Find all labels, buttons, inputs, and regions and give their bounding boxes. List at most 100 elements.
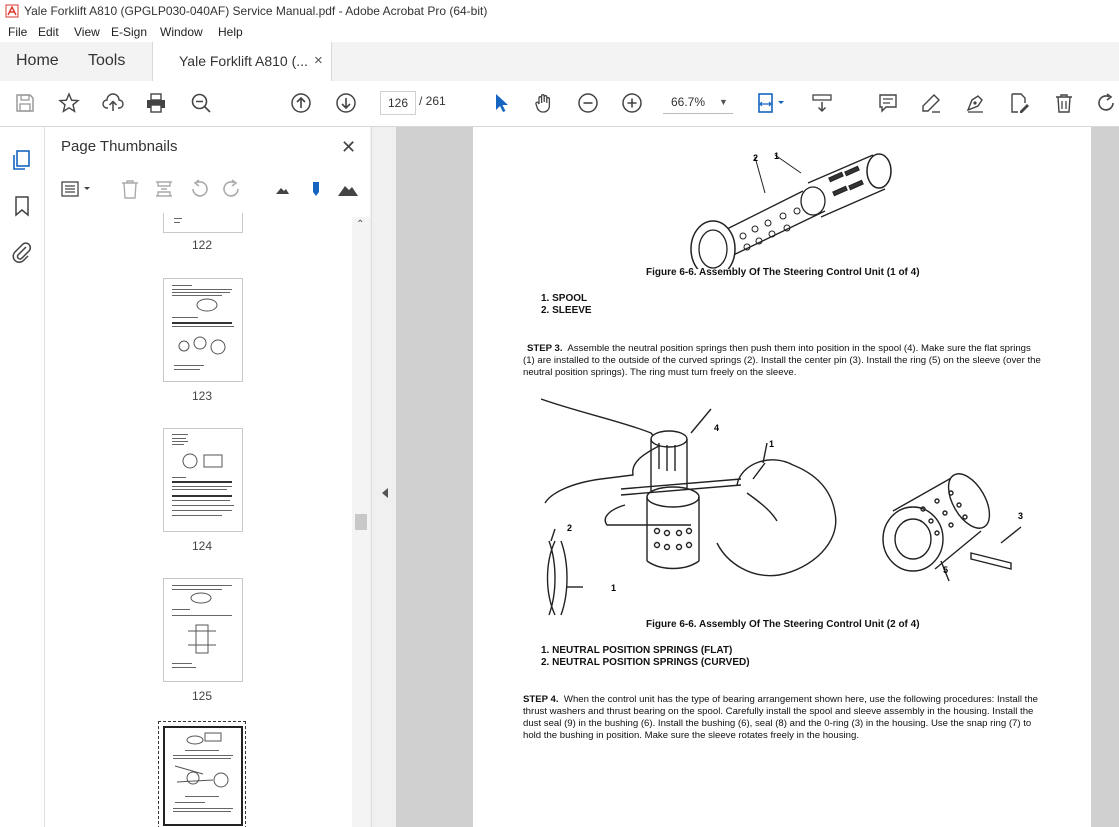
scroll-mode-button[interactable] — [809, 90, 835, 116]
scroll-down-icon — [812, 94, 832, 113]
thumbnails-panel: Page Thumbnails ✕ 122 123 124 125 — [45, 127, 370, 827]
figure-caption-2: Figure 6-6. Assembly Of The Steering Con… — [646, 619, 920, 630]
comment-icon — [879, 94, 897, 113]
cloud-upload-icon — [102, 93, 124, 111]
menu-bar: File Edit View E-Sign Window Help — [0, 22, 1119, 42]
callout-2: 2 — [567, 523, 573, 533]
cursor-arrow-icon — [496, 94, 508, 112]
page-thumbnails-icon[interactable] — [11, 149, 33, 171]
rotate-button[interactable] — [1094, 90, 1119, 116]
legend-item-curved-springs: 2. NEUTRAL POSITION SPRINGS (CURVED) — [541, 657, 750, 668]
thumbnail-size-slider-icon[interactable] — [305, 178, 327, 200]
step-3-label: STEP 3. — [527, 343, 563, 354]
fountain-pen-icon — [966, 95, 983, 113]
document-viewer[interactable]: 2 1 Figure 6-6. Assembly Of The Steering… — [396, 127, 1119, 827]
zoom-search-button[interactable] — [188, 90, 214, 116]
menu-view[interactable]: View — [74, 25, 100, 39]
zoom-in-button[interactable] — [619, 90, 645, 116]
collapse-panel-icon[interactable] — [380, 487, 390, 499]
sign-button[interactable] — [962, 90, 988, 116]
tab-tools[interactable]: Tools — [88, 42, 125, 81]
thumbnail-page-126-selected[interactable] — [158, 721, 246, 827]
thumbnail-figure — [174, 765, 229, 788]
main-toolbar: 126 / 261 66.7% ▼ — [0, 81, 1119, 127]
thumbnail-scrollbar[interactable]: ⌃ — [352, 217, 370, 827]
attachment-icon[interactable] — [11, 241, 33, 263]
tab-document-label: Yale Forklift A810 (... — [179, 53, 308, 69]
thumbnail-page-122[interactable] — [163, 213, 243, 233]
thumbnail-label: 122 — [191, 238, 213, 252]
chevron-down-icon: ▼ — [719, 97, 728, 107]
large-mountain-icon[interactable] — [337, 178, 359, 200]
tab-close-button[interactable]: × — [314, 42, 323, 80]
panel-splitter[interactable] — [371, 127, 397, 827]
menu-esign[interactable]: E-Sign — [111, 25, 147, 39]
close-panel-button[interactable]: ✕ — [341, 137, 356, 158]
rotate-left-icon[interactable] — [188, 178, 210, 200]
bookmark-icon[interactable] — [11, 195, 33, 217]
bookmark-star-button[interactable] — [56, 90, 82, 116]
minus-circle-icon — [578, 93, 598, 113]
callout-1: 1 — [774, 151, 780, 161]
delete-page-icon[interactable] — [119, 178, 141, 200]
step-4-label: STEP 4. — [523, 694, 559, 705]
figure-caption-1: Figure 6-6. Assembly Of The Steering Con… — [646, 267, 920, 278]
fit-page-icon — [758, 93, 784, 113]
thumbnail-figure — [190, 592, 212, 604]
hand-tool-button[interactable] — [531, 90, 557, 116]
small-mountain-icon[interactable] — [271, 178, 293, 200]
fit-page-button[interactable] — [754, 90, 788, 116]
comment-button[interactable] — [875, 90, 901, 116]
select-tool-button[interactable] — [488, 90, 514, 116]
rotate-right-icon[interactable] — [221, 178, 243, 200]
callout-1: 1 — [769, 439, 775, 449]
options-menu-icon[interactable] — [60, 178, 94, 200]
thumbnail-label: 123 — [191, 389, 213, 403]
highlight-button[interactable] — [918, 90, 944, 116]
edit-pdf-button[interactable] — [1006, 90, 1032, 116]
thumbnail-page-125[interactable] — [163, 578, 243, 682]
print-button[interactable] — [143, 90, 169, 116]
menu-edit[interactable]: Edit — [38, 25, 59, 39]
arrow-up-circle-icon — [291, 93, 311, 113]
step-3-paragraph: STEP 3. Assemble the neutral position sp… — [523, 343, 1043, 379]
next-page-button[interactable] — [333, 90, 359, 116]
callout-2: 2 — [753, 153, 759, 163]
thumbnail-figure — [178, 336, 226, 355]
edit-document-icon — [1011, 93, 1029, 113]
thumbnail-page-124[interactable] — [163, 428, 243, 532]
zoom-out-button[interactable] — [575, 90, 601, 116]
legend-item-sleeve: 2. SLEEVE — [541, 305, 592, 316]
save-icon — [16, 94, 34, 112]
thumbnail-toolbar — [45, 173, 370, 205]
chevron-up-icon[interactable]: ⌃ — [356, 219, 364, 230]
page-total: / 261 — [419, 94, 446, 108]
save-button[interactable] — [12, 90, 38, 116]
upload-button[interactable] — [100, 90, 126, 116]
previous-page-button[interactable] — [288, 90, 314, 116]
menu-window[interactable]: Window — [160, 25, 203, 39]
zoom-level-select[interactable]: 66.7% ▼ — [663, 91, 733, 114]
callout-4: 4 — [714, 423, 720, 433]
menu-help[interactable]: Help — [218, 25, 243, 39]
magnifier-minus-icon — [191, 93, 211, 113]
tab-document[interactable]: Yale Forklift A810 (... × — [152, 42, 332, 82]
thumbnail-page-123[interactable] — [163, 278, 243, 382]
legend-item-flat-springs: 1. NEUTRAL POSITION SPRINGS (FLAT) — [541, 645, 733, 656]
tab-bar: Home Tools Yale Forklift A810 (... × — [0, 42, 1119, 82]
trash-icon — [1056, 94, 1072, 113]
delete-button[interactable] — [1051, 90, 1077, 116]
insert-page-icon[interactable] — [153, 178, 175, 200]
menu-file[interactable]: File — [8, 25, 27, 39]
pen-icon — [922, 94, 940, 113]
tab-home[interactable]: Home — [16, 42, 59, 81]
arrow-down-circle-icon — [336, 93, 356, 113]
page-number-input[interactable]: 126 — [380, 91, 416, 115]
figure-spool-sleeve — [690, 153, 892, 269]
hand-icon — [535, 94, 551, 113]
scrollbar-thumb[interactable] — [355, 514, 367, 530]
callout-1: 1 — [611, 583, 617, 593]
thumbnail-figure — [182, 453, 223, 469]
thumbnail-page-frame — [163, 726, 243, 826]
plus-circle-icon — [622, 93, 642, 113]
